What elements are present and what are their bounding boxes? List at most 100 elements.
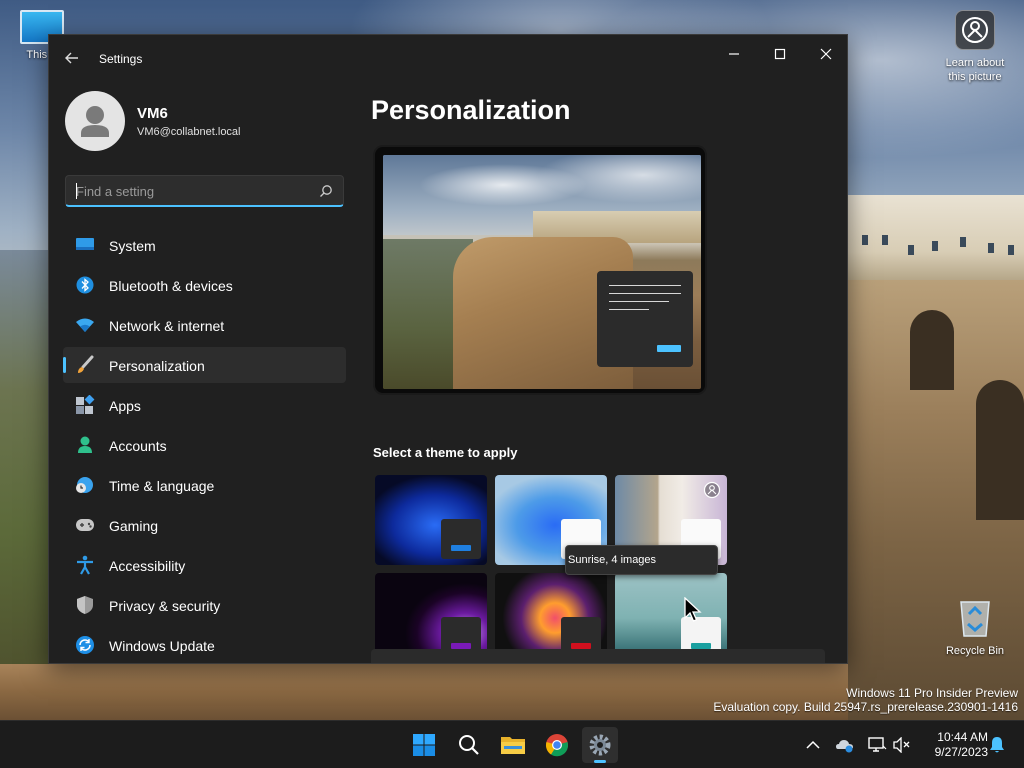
find-setting-search[interactable] — [65, 175, 344, 207]
user-name: VM6 — [137, 105, 168, 122]
sidebar-item-label: Accounts — [109, 438, 167, 454]
bell-icon — [990, 737, 1004, 753]
preview-wallpaper — [383, 155, 701, 389]
wifi-icon — [75, 315, 95, 335]
back-arrow-icon — [65, 52, 78, 64]
preview-accent-button — [657, 345, 681, 352]
window-title: Settings — [99, 52, 143, 66]
minimize-button[interactable] — [711, 39, 757, 69]
chrome-icon — [545, 734, 569, 757]
page-title: Personalization — [371, 95, 571, 125]
sidebar-item-bluetooth[interactable]: Bluetooth & devices — [63, 267, 346, 303]
taskbar-clock[interactable]: 10:44 AM 9/27/2023 — [918, 730, 988, 760]
gamepad-icon — [75, 515, 95, 535]
watermark-line-1: Windows 11 Pro Insider Preview — [846, 686, 1018, 700]
avatar — [65, 91, 125, 151]
volume-tray-button[interactable] — [890, 733, 914, 757]
text-caret — [76, 183, 77, 199]
clock-date: 9/27/2023 — [934, 745, 988, 759]
brush-icon — [75, 355, 95, 375]
maximize-icon — [774, 48, 786, 60]
file-explorer-button[interactable] — [495, 727, 531, 763]
spotlight-icon — [703, 481, 721, 499]
settings-icon — [589, 734, 611, 756]
notifications-button[interactable] — [985, 733, 1009, 757]
wallpaper-town — [848, 195, 1024, 290]
settings-taskbar-button[interactable] — [582, 727, 618, 763]
sidebar-item-label: Personalization — [109, 358, 205, 374]
sidebar-item-label: Network & internet — [109, 318, 225, 334]
settings-card-partial[interactable] — [371, 649, 825, 663]
clock-globe-icon — [75, 475, 95, 495]
learn-about-picture-desktop-icon[interactable]: Learn about this picture — [936, 10, 1014, 84]
close-icon — [820, 48, 832, 60]
update-icon — [75, 635, 95, 655]
preview-sample-window — [597, 271, 693, 367]
network-icon — [868, 737, 887, 752]
show-hidden-icons-button[interactable] — [801, 733, 825, 757]
network-tray-button[interactable] — [865, 733, 889, 757]
watermark-line-2: Evaluation copy. Build 25947.rs_prerelea… — [713, 700, 1018, 714]
search-button[interactable] — [451, 727, 487, 763]
recycle-bin-label: Recycle Bin — [945, 645, 1005, 657]
theme-section-heading: Select a theme to apply — [373, 445, 518, 460]
sidebar-item-label: System — [109, 238, 156, 254]
active-indicator — [63, 357, 66, 373]
bluetooth-icon — [75, 275, 95, 295]
search-input[interactable] — [76, 182, 306, 200]
recycle-bin-icon — [955, 596, 995, 638]
person-icon — [81, 106, 109, 137]
minimize-icon — [729, 53, 739, 55]
sidebar-item-accessibility[interactable]: Accessibility — [63, 547, 346, 583]
sidebar-item-privacy[interactable]: Privacy & security — [63, 587, 346, 623]
clock-time: 10:44 AM — [937, 730, 988, 744]
search-icon[interactable] — [319, 184, 333, 198]
learn-about-picture-label: Learn about this picture — [945, 57, 1005, 83]
theme-tile-windows-dark[interactable] — [375, 475, 487, 565]
sidebar-item-label: Time & language — [109, 478, 215, 494]
sidebar-item-system[interactable]: System — [63, 227, 346, 263]
mouse-cursor-icon — [684, 597, 702, 622]
user-email: VM6@collabnet.local — [137, 126, 241, 138]
close-button[interactable] — [803, 39, 847, 69]
sidebar-item-accounts[interactable]: Accounts — [63, 427, 346, 463]
file-explorer-icon — [501, 737, 525, 754]
maximize-button[interactable] — [757, 39, 803, 69]
theme-preview — [373, 145, 707, 395]
accessibility-icon — [75, 555, 95, 575]
recycle-bin-desktop-icon[interactable]: Recycle Bin — [940, 596, 1010, 658]
sidebar-item-network[interactable]: Network & internet — [63, 307, 346, 343]
volume-muted-icon — [893, 737, 910, 753]
sidebar-item-label: Apps — [109, 398, 141, 414]
accounts-icon — [75, 435, 95, 455]
sidebar-item-apps[interactable]: Apps — [63, 387, 346, 423]
sidebar-item-label: Privacy & security — [109, 598, 221, 614]
title-bar[interactable]: Settings — [49, 35, 847, 81]
sidebar-item-windows-update[interactable]: Windows Update — [63, 627, 346, 663]
back-button[interactable] — [61, 47, 83, 69]
onedrive-tray-button[interactable] — [833, 733, 857, 757]
active-app-indicator — [594, 760, 606, 763]
chrome-button[interactable] — [539, 727, 575, 763]
system-icon — [75, 235, 95, 255]
theme-mini-window — [441, 519, 481, 559]
sidebar-item-time-language[interactable]: Time & language — [63, 467, 346, 503]
start-icon — [413, 734, 435, 756]
apps-icon — [75, 395, 95, 415]
settings-window: Settings VM6 VM6@collabnet.local System — [48, 34, 848, 664]
sidebar-item-gaming[interactable]: Gaming — [63, 507, 346, 543]
shield-icon — [75, 595, 95, 615]
sidebar-nav: System Bluetooth & devices Network & int… — [63, 227, 346, 663]
onedrive-icon — [836, 740, 853, 753]
camera-info-icon — [955, 10, 995, 50]
sidebar-item-label: Bluetooth & devices — [109, 278, 233, 294]
sidebar-item-label: Windows Update — [109, 638, 215, 654]
chevron-up-icon — [806, 740, 820, 749]
wallpaper-hills — [0, 250, 50, 720]
evaluation-watermark: Windows 11 Pro Insider Preview Evaluatio… — [713, 686, 1018, 714]
sidebar-item-personalization[interactable]: Personalization — [63, 347, 346, 383]
start-button[interactable] — [406, 727, 442, 763]
sidebar-item-label: Accessibility — [109, 558, 186, 574]
sidebar-item-label: Gaming — [109, 518, 159, 534]
taskbar: 10:44 AM 9/27/2023 — [0, 720, 1024, 768]
